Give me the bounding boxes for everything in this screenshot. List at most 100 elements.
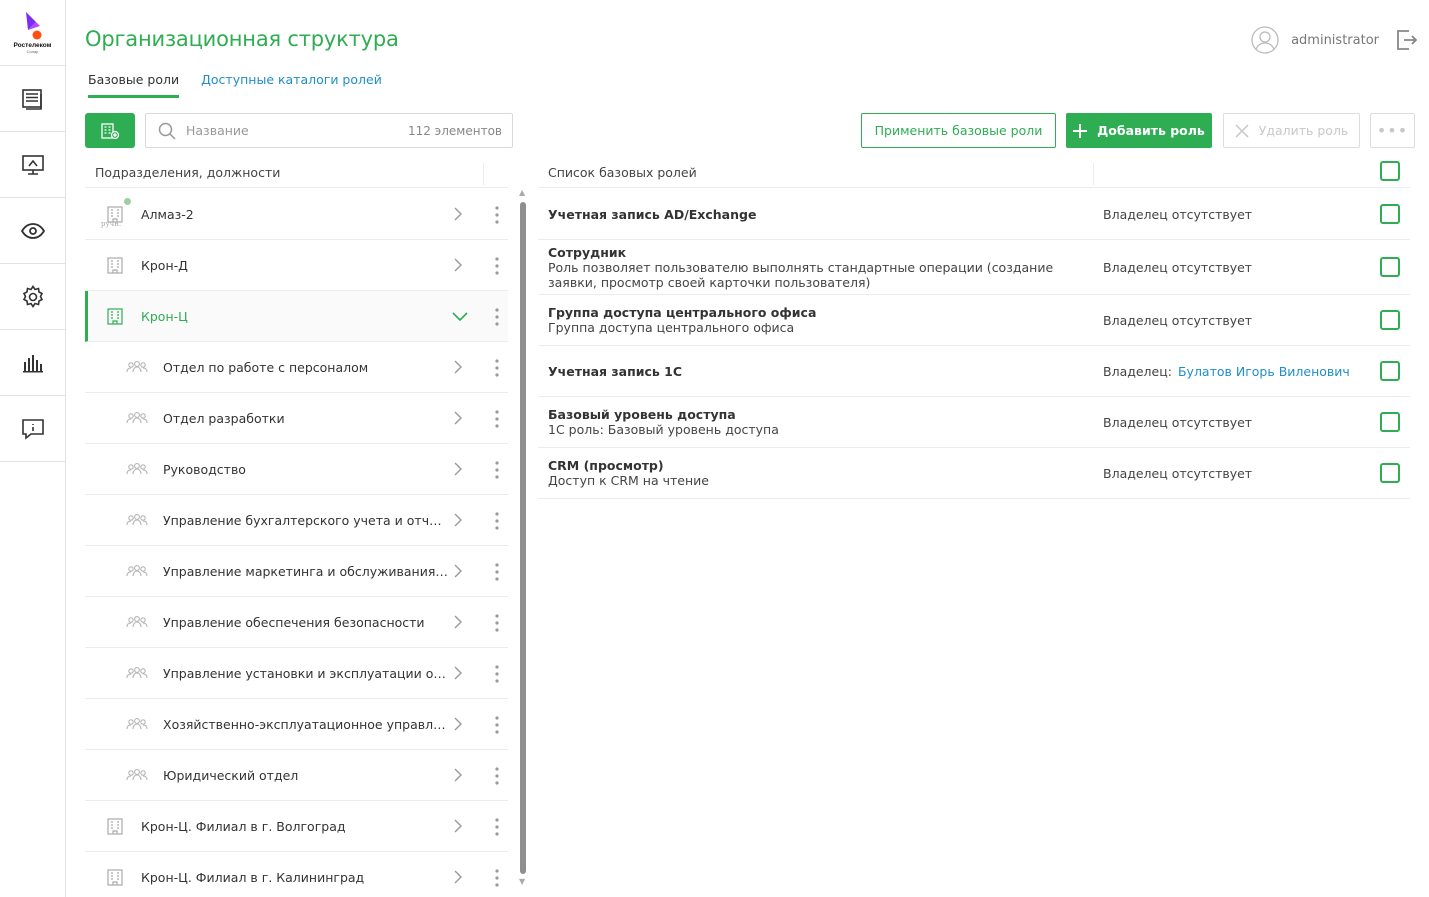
chevron-right-icon[interactable] [451, 665, 465, 681]
delete-role-button[interactable]: Удалить роль [1223, 113, 1360, 148]
kebab-menu-icon[interactable] [491, 562, 503, 582]
sidebar: Ростелеком Солар [0, 0, 66, 897]
kebab-menu-icon[interactable] [491, 613, 503, 633]
tree-row[interactable]: Юридический отдел [85, 750, 508, 801]
chevron-right-icon[interactable] [451, 512, 465, 528]
nav-item-settings[interactable] [0, 264, 65, 330]
add-role-button[interactable]: Добавить роль [1066, 113, 1212, 148]
tree-row-selected[interactable]: Крон-Ц [85, 291, 508, 342]
chevron-right-icon[interactable] [451, 614, 465, 630]
chevron-right-icon[interactable] [451, 461, 465, 477]
table-row[interactable]: Базовый уровень доступа 1С роль: Базовый… [538, 397, 1410, 448]
chevron-right-icon[interactable] [451, 257, 465, 273]
select-all-checkbox[interactable] [1380, 161, 1400, 181]
table-row[interactable]: Учетная запись AD/Exchange Владелец отсу… [538, 189, 1410, 240]
search-input[interactable] [186, 123, 408, 138]
chevron-right-icon[interactable] [451, 563, 465, 579]
tab-role-catalogs[interactable]: Доступные каталоги ролей [201, 72, 382, 98]
role-title: Базовый уровень доступа [548, 407, 736, 422]
group-icon [125, 510, 149, 530]
scroll-thumb[interactable] [520, 202, 526, 874]
role-owner-cell: Владелец отсутствует [1103, 397, 1252, 447]
tree-header: Подразделения, должности [85, 158, 508, 188]
tree-row[interactable]: Управление обеспечения безопасности [85, 597, 508, 648]
logo[interactable]: Ростелеком Солар [0, 0, 65, 66]
tree-row[interactable]: Крон-Ц. Филиал в г. Волгоград [85, 801, 508, 852]
chevron-right-icon[interactable] [451, 359, 465, 375]
group-icon [125, 408, 149, 428]
tree-row[interactable]: Хозяйственно-эксплуатационное управление [85, 699, 508, 750]
tree-row[interactable]: Управление бухгалтерского учета и отчетн… [85, 495, 508, 546]
kebab-menu-icon[interactable] [491, 358, 503, 378]
chevron-right-icon[interactable] [451, 818, 465, 834]
chevron-right-icon[interactable] [451, 767, 465, 783]
row-checkbox[interactable] [1380, 310, 1400, 330]
tree-row-label: Юридический отдел [163, 767, 299, 783]
tree-row[interactable]: Управление маркетинга и обслуживания кли… [85, 546, 508, 597]
tree-row[interactable]: Отдел по работе с персоналом [85, 342, 508, 393]
chevron-right-icon[interactable] [451, 869, 465, 885]
owner-link[interactable]: Булатов Игорь Виленович [1178, 364, 1350, 379]
kebab-menu-icon[interactable] [491, 460, 503, 480]
tree-row[interactable]: Управление установки и эксплуатации обор… [85, 648, 508, 699]
add-department-button[interactable] [85, 113, 135, 148]
tab-base-roles[interactable]: Базовые роли [88, 72, 180, 98]
group-icon [125, 663, 149, 683]
tree-scrollbar[interactable]: ▲ ▼ [518, 188, 528, 888]
kebab-menu-icon[interactable] [491, 664, 503, 684]
nav-item-documents[interactable] [0, 66, 65, 132]
apply-base-roles-button[interactable]: Применить базовые роли [861, 113, 1056, 148]
role-title: Сотрудник [548, 244, 627, 260]
table-row[interactable]: Учетная запись 1С Владелец: Булатов Игор… [538, 346, 1410, 397]
role-description: Группа доступа центрального офиса [548, 320, 795, 335]
kebab-menu-icon[interactable] [491, 511, 503, 531]
role-name-cell: Группа доступа центрального офиса Группа… [548, 295, 1088, 345]
tree-row[interactable]: Крон-Ц. Филиал в г. Калининград [85, 852, 508, 889]
rostelecom-logo-icon [25, 12, 41, 40]
more-actions-button[interactable]: ••• [1370, 113, 1415, 148]
nav-item-feedback[interactable] [0, 396, 65, 462]
row-checkbox[interactable] [1380, 361, 1400, 381]
row-checkbox[interactable] [1380, 257, 1400, 277]
kebab-menu-icon[interactable] [491, 205, 503, 225]
tree-row-label: Отдел разработки [163, 410, 285, 426]
chevron-right-icon[interactable] [451, 206, 465, 222]
kebab-menu-icon[interactable] [491, 256, 503, 276]
tree-row[interactable]: ручн. Алмаз-2 [85, 189, 508, 240]
chevron-down-icon[interactable] [451, 308, 469, 324]
scroll-up-icon[interactable]: ▲ [519, 188, 525, 197]
kebab-menu-icon[interactable] [491, 766, 503, 786]
tree-row[interactable]: Отдел разработки [85, 393, 508, 444]
user-menu[interactable]: administrator [1251, 26, 1379, 54]
group-icon [125, 714, 149, 734]
kebab-menu-icon[interactable] [491, 307, 503, 327]
kebab-menu-icon[interactable] [491, 409, 503, 429]
owner-label: Владелец: [1103, 363, 1172, 379]
row-checkbox[interactable] [1380, 204, 1400, 224]
kebab-menu-icon[interactable] [491, 868, 503, 888]
logout-icon[interactable] [1395, 28, 1417, 52]
table-row[interactable]: Группа доступа центрального офиса Группа… [538, 295, 1410, 346]
row-checkbox[interactable] [1380, 463, 1400, 483]
group-icon [125, 561, 149, 581]
owner-label: Владелец отсутствует [1103, 414, 1253, 430]
scroll-down-icon[interactable]: ▼ [519, 877, 525, 886]
add-role-label: Добавить роль [1097, 123, 1205, 138]
table-row[interactable]: Сотрудник Роль позволяет пользователю вы… [538, 240, 1410, 295]
nav-item-view[interactable] [0, 198, 65, 264]
kebab-menu-icon[interactable] [491, 817, 503, 837]
tree-row-label: Управление бухгалтерского учета и отчетн… [163, 512, 448, 528]
tree-row[interactable]: Крон-Д [85, 240, 508, 291]
page-title: Организационная структура [85, 27, 399, 51]
role-owner-cell: Владелец отсутствует [1103, 240, 1252, 294]
chevron-right-icon[interactable] [451, 410, 465, 426]
table-row[interactable]: CRM (просмотр) Доступ к CRM на чтение Вл… [538, 448, 1410, 499]
owner-label: Владелец отсутствует [1103, 259, 1253, 275]
chevron-right-icon[interactable] [451, 716, 465, 732]
nav-item-reports[interactable] [0, 330, 65, 396]
column-separator [1093, 163, 1094, 185]
tree-row[interactable]: Руководство [85, 444, 508, 495]
nav-item-monitor[interactable] [0, 132, 65, 198]
kebab-menu-icon[interactable] [491, 715, 503, 735]
row-checkbox[interactable] [1380, 412, 1400, 432]
